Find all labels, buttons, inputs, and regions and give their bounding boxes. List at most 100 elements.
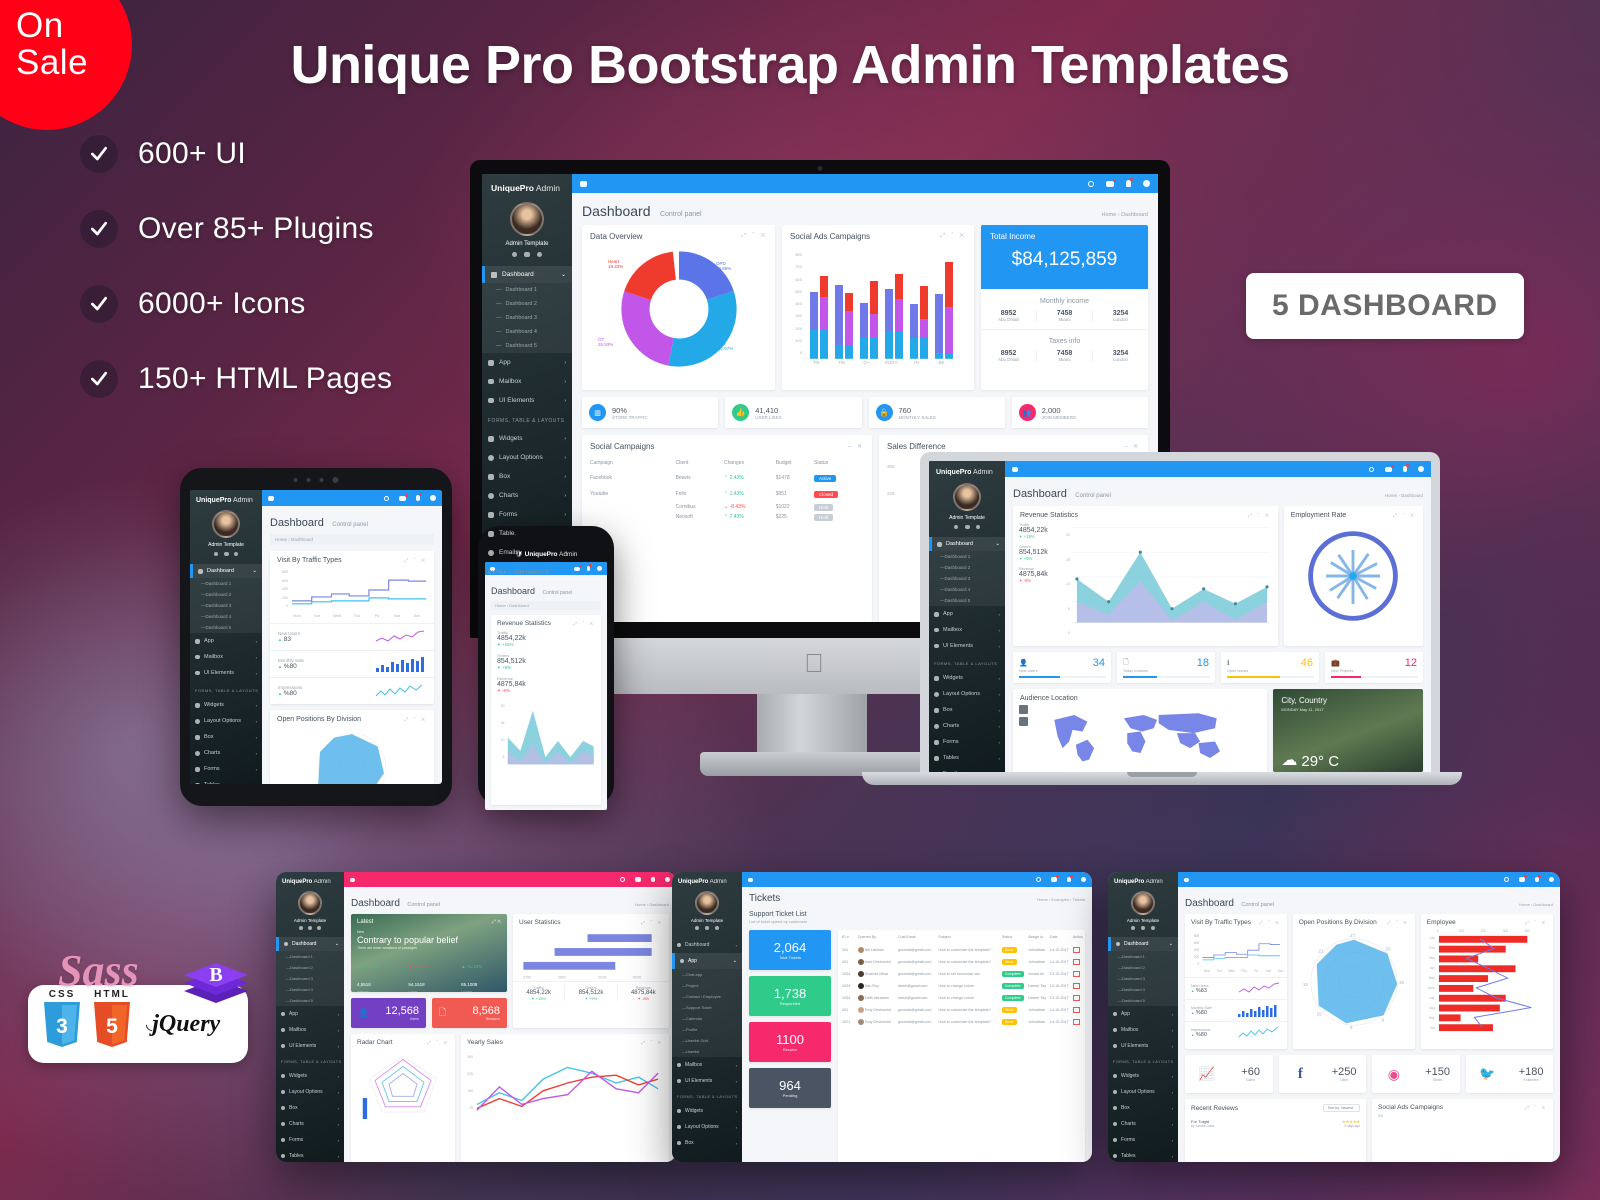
sidebar-item-widgets[interactable]: Widgets ›	[929, 670, 1005, 686]
sidebar-subitem[interactable]: — Dashboard 2	[929, 562, 1005, 573]
sidebar-subitem[interactable]: — Dashboard 1	[482, 283, 572, 297]
reviews-sort-select[interactable]: Sort by: Newest	[1322, 1104, 1360, 1112]
sidebar-subitem[interactable]: — Dashboard 5	[929, 595, 1005, 606]
delete-action-icon[interactable]	[1072, 994, 1080, 1001]
card-tools[interactable]: ⤢ ⌃ ✕	[404, 717, 427, 723]
sidebar-subitem[interactable]: — Dashboard 2	[190, 589, 262, 600]
menu-toggle-icon[interactable]	[268, 495, 274, 501]
messages-icon[interactable]	[1106, 178, 1116, 187]
search-icon[interactable]	[1369, 466, 1374, 472]
sidebar-subitem[interactable]: — Dashboard 3	[1108, 973, 1178, 984]
sidebar-item-charts[interactable]: Charts ›	[276, 1116, 344, 1132]
delete-action-icon[interactable]	[1072, 982, 1080, 989]
sidebar-item-box[interactable]: Box ›	[276, 1100, 344, 1116]
sidebar-item-box[interactable]: Box ›	[1108, 1100, 1178, 1116]
sidebar-subitem[interactable]: — Dashboard 5	[276, 995, 344, 1006]
gear-icon[interactable]	[511, 252, 517, 257]
sidebar-subitem[interactable]: — Dashboard 2	[482, 297, 572, 311]
sidebar-item-ui-elements[interactable]: UI Elements ›	[190, 665, 262, 681]
messages-icon[interactable]	[399, 493, 408, 501]
table-row[interactable]: Facebook Beavis ⌃ 2.43% $1478 Active	[582, 470, 872, 486]
sidebar-item-ui-elements[interactable]: UI Elements ›	[276, 1038, 344, 1054]
notifications-icon[interactable]	[1126, 178, 1133, 187]
mail-icon[interactable]	[964, 525, 970, 529]
sidebar-subitem[interactable]: — Dashboard 2	[276, 962, 344, 973]
power-icon[interactable]	[1150, 926, 1155, 930]
card-tools[interactable]: ⤢ ⌃ ✕	[1248, 513, 1271, 519]
sidebar-subitem[interactable]: — Userlist Grid	[672, 1035, 742, 1046]
sidebar-item-ui-elements[interactable]: UI Elements ›	[482, 391, 572, 410]
menu-toggle-icon[interactable]	[580, 180, 587, 187]
sidebar-subitem[interactable]: — Dashboard 3	[276, 973, 344, 984]
sidebar-subitem[interactable]: — Project	[672, 980, 742, 991]
sidebar-item-layout-options[interactable]: Layout Options ›	[190, 713, 262, 729]
sidebar-item-layout-options[interactable]: Layout Options ›	[276, 1084, 344, 1100]
card-tools[interactable]: ⤢ ✕	[492, 919, 501, 925]
sidebar-item-ui-elements[interactable]: UI Elements ›	[672, 1073, 742, 1089]
sidebar-subitem[interactable]: — Contact / Employee	[672, 991, 742, 1002]
menu-toggle-icon[interactable]	[350, 877, 355, 882]
mail-icon[interactable]	[1141, 926, 1145, 930]
sidebar-item-mailbox[interactable]: Mailbox ›	[482, 372, 572, 391]
breadcrumb-home[interactable]: Home	[635, 902, 646, 907]
settings-gear-icon[interactable]	[665, 877, 670, 882]
sidebar-subitem[interactable]: — Profile	[672, 1024, 742, 1035]
sidebar-subitem[interactable]: — Dashboard 4	[190, 611, 262, 622]
sidebar-item-app[interactable]: App ›	[276, 1006, 344, 1022]
card-tools[interactable]: ⤢ ⌃ ✕	[641, 920, 663, 925]
table-row[interactable]: 1034 Govinda Misal govinda@gmail.com How…	[838, 968, 1085, 980]
table-row[interactable]: 101 Tony Deshmukh govinda@gmail.com How …	[838, 1004, 1085, 1016]
sidebar-subitem[interactable]: — Userlist	[672, 1046, 742, 1057]
sidebar-item-box[interactable]: Box ›	[190, 729, 262, 745]
notifications-icon[interactable]	[651, 877, 655, 882]
notifications-icon[interactable]	[1067, 875, 1073, 882]
table-row[interactable]: 1021 Tony Deshmukh govinda@gmail.com How…	[838, 1016, 1085, 1028]
card-tools[interactable]: – ✕	[1124, 443, 1140, 450]
breadcrumb-home[interactable]: Home	[1385, 493, 1397, 498]
menu-toggle-icon[interactable]	[748, 877, 753, 882]
notifications-icon[interactable]	[587, 564, 592, 571]
table-row[interactable]: Youtube Felix ⌃ 1.43% $951 Closed	[582, 486, 872, 502]
table-row[interactable]: Neosoft ⌃ 7.43% $225 Hold	[582, 512, 872, 522]
card-tools[interactable]: ⤢ ⌃ ✕	[1387, 920, 1409, 925]
search-icon[interactable]	[1504, 877, 1509, 882]
sidebar-item-charts[interactable]: Charts ›	[482, 486, 572, 505]
sidebar-item-layout-options[interactable]: Layout Options ›	[672, 1119, 742, 1135]
breadcrumb-home[interactable]: Home	[275, 537, 287, 542]
delete-action-icon[interactable]	[1072, 946, 1080, 953]
table-row[interactable]: 101 Niti Lakhani govinda@gmail.com How t…	[838, 944, 1085, 956]
breadcrumb-home[interactable]: Home	[1102, 212, 1117, 218]
menu-toggle-icon[interactable]	[1184, 877, 1189, 882]
table-row[interactable]: 1034 Edith Abraham ritesh@gmail.com How …	[838, 992, 1085, 1004]
sidebar-item-mailbox[interactable]: Mailbox ›	[929, 622, 1005, 638]
sidebar-item-dashboard[interactable]: Dashboard ›	[672, 937, 742, 953]
sidebar-item-ui-elements[interactable]: UI Elements ›	[929, 638, 1005, 654]
sidebar-item-forms[interactable]: Forms ›	[1108, 1132, 1178, 1148]
sidebar-item-widgets[interactable]: Widgets ›	[672, 1103, 742, 1119]
sidebar-item-app[interactable]: App ›	[190, 633, 262, 649]
card-tools[interactable]: – ✕	[848, 443, 864, 450]
sidebar-subitem[interactable]: — Dashboard 1	[276, 951, 344, 962]
card-tools[interactable]: ⤢ ⌃ ✕	[404, 558, 427, 564]
breadcrumb-mid[interactable]: Examples	[1051, 897, 1069, 902]
search-icon[interactable]	[384, 495, 389, 501]
sidebar-item-forms[interactable]: Forms ›	[929, 734, 1005, 750]
messages-icon[interactable]	[1051, 875, 1059, 882]
mail-icon[interactable]	[705, 926, 709, 930]
sidebar-item-mailbox[interactable]: Mailbox ›	[276, 1022, 344, 1038]
sidebar-item-charts[interactable]: Charts ›	[190, 745, 262, 761]
sidebar-subitem[interactable]: — Dashboard 4	[482, 325, 572, 339]
sidebar-item-tables[interactable]: Tables ›	[276, 1148, 344, 1162]
sidebar-item-box[interactable]: Box ›	[672, 1135, 742, 1151]
zoom-in-icon[interactable]	[1019, 705, 1028, 714]
card-tools[interactable]: ⤢ ⌃ ✕	[1525, 920, 1547, 925]
settings-gear-icon[interactable]	[597, 566, 602, 571]
sidebar-item-app[interactable]: App ⌄	[672, 953, 742, 969]
power-icon[interactable]	[714, 926, 719, 930]
gear-icon[interactable]	[298, 926, 303, 930]
sidebar-subitem[interactable]: — Dashboard 1	[1108, 951, 1178, 962]
card-tools[interactable]: ⤢ ⌃ ✕	[741, 233, 767, 240]
sidebar-subitem[interactable]: — Dashboard 5	[482, 339, 572, 353]
settings-gear-icon[interactable]	[1418, 466, 1424, 472]
sidebar-subitem[interactable]: — Dashboard 4	[929, 584, 1005, 595]
